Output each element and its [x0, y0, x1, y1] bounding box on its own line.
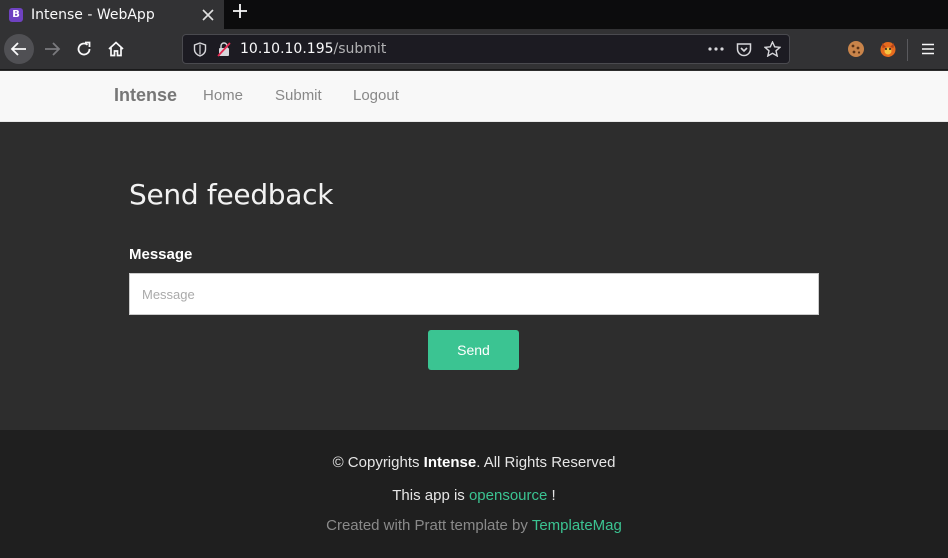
url-host: 10.10.10.195 — [240, 41, 334, 57]
pocket-icon[interactable] — [735, 40, 753, 58]
message-label: Message — [129, 246, 193, 263]
new-tab-button[interactable] — [229, 2, 251, 24]
hamburger-icon — [922, 43, 934, 55]
toolbar-divider — [907, 39, 908, 61]
more-icon[interactable] — [707, 40, 725, 58]
shield-icon[interactable] — [192, 41, 208, 57]
browser-toolbar: 10.10.10.195/submit — [0, 29, 948, 70]
feedback-section: Send feedback Message Send — [0, 122, 948, 430]
site-footer: © Copyrights Intense. All Rights Reserve… — [0, 430, 948, 558]
send-button[interactable]: Send — [428, 330, 519, 370]
forward-button[interactable] — [37, 34, 67, 64]
copyright-prefix: © Copyrights — [332, 454, 424, 471]
back-button[interactable] — [4, 34, 34, 64]
home-button[interactable] — [101, 34, 131, 64]
site-brand[interactable]: Intense — [114, 85, 177, 106]
reload-icon — [77, 41, 91, 56]
bootstrap-favicon-icon: B — [9, 7, 23, 22]
arrow-left-icon — [10, 42, 26, 56]
copyright-suffix: . All Rights Reserved — [476, 454, 616, 471]
nav-link-logout[interactable]: Logout — [353, 87, 399, 104]
plus-icon — [233, 4, 247, 18]
opensource-prefix: This app is — [392, 487, 469, 504]
insecure-lock-icon[interactable] — [216, 41, 232, 57]
message-input[interactable] — [129, 273, 819, 315]
browser-tab-bar: B Intense - WebApp — [0, 0, 948, 29]
fox-extension-icon[interactable] — [878, 39, 898, 59]
credits-prefix: Created with Pratt template by — [326, 517, 532, 534]
copyright-brand: Intense — [423, 454, 477, 471]
arrow-right-icon — [45, 42, 61, 56]
opensource-link[interactable]: opensource — [469, 487, 547, 504]
site-navbar: Intense Home Submit Logout — [0, 71, 948, 122]
nav-link-home[interactable]: Home — [203, 87, 243, 104]
home-icon — [108, 41, 124, 57]
cookie-icon[interactable] — [846, 39, 866, 59]
opensource-suffix: ! — [547, 487, 556, 504]
nav-link-submit[interactable]: Submit — [275, 87, 322, 104]
url-text: 10.10.10.195/submit — [240, 41, 707, 57]
footer-opensource-line: This app is opensource ! — [0, 487, 948, 504]
footer-credits: Created with Pratt template by TemplateM… — [0, 517, 948, 534]
close-tab-icon[interactable] — [198, 5, 218, 25]
templatemag-link[interactable]: TemplateMag — [532, 517, 622, 534]
footer-copyright: © Copyrights Intense. All Rights Reserve… — [0, 454, 948, 471]
url-path: /submit — [333, 41, 387, 57]
browser-tab-active[interactable]: B Intense - WebApp — [0, 0, 224, 29]
tab-title: Intense - WebApp — [31, 6, 155, 23]
reload-button[interactable] — [69, 34, 99, 64]
star-icon[interactable] — [763, 40, 781, 58]
menu-button[interactable] — [918, 39, 938, 59]
url-bar[interactable]: 10.10.10.195/submit — [182, 34, 790, 64]
page-title: Send feedback — [129, 178, 334, 211]
